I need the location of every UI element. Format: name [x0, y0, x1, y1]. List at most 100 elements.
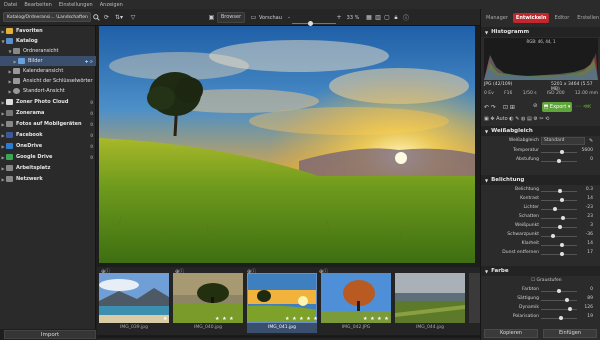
menu-settings[interactable]: Einstellungen	[59, 2, 93, 8]
menu-file[interactable]: Datei	[4, 2, 17, 8]
sidebar-item-zoner-cloud[interactable]: ▶ Zoner Photo Cloud 0	[0, 97, 96, 107]
thumbnail-rating[interactable]: ★ ★ ★	[215, 316, 234, 322]
slider-track[interactable]	[541, 152, 577, 153]
slider-value[interactable]: 126	[584, 305, 593, 310]
menu-edit[interactable]: Bearbeiten	[24, 2, 51, 8]
undo-icon[interactable]: ↶ ↷	[484, 104, 496, 111]
sidebar-item-calendar[interactable]: ▶ Kalenderansicht	[0, 66, 96, 76]
slider-knob[interactable]	[557, 159, 561, 163]
sidebar-item-onedrive[interactable]: ▶ OneDrive 0	[0, 141, 96, 151]
slider-knob[interactable]	[559, 316, 564, 320]
sidebar-item-computer[interactable]: ▶ Arbeitsplatz	[0, 163, 96, 173]
slider-value[interactable]: 17	[587, 250, 593, 255]
histogram-header[interactable]: ▼ Histogramm	[481, 27, 600, 37]
import-button[interactable]: Import	[4, 330, 96, 339]
info-icon[interactable]: ⓘ	[402, 12, 410, 23]
wb-preset-dropdown[interactable]: Standard	[541, 137, 585, 145]
slider-value[interactable]: 5600	[582, 148, 593, 153]
slider-value[interactable]: 0	[590, 157, 593, 162]
heal-icon[interactable]: ⊘	[533, 103, 538, 109]
refresh-icon[interactable]: ⟳	[102, 12, 111, 23]
grayscale-checkbox[interactable]: ☐ Graustufen	[531, 278, 562, 283]
slider-knob[interactable]	[567, 307, 572, 311]
slider-track[interactable]	[541, 218, 577, 219]
slider-knob[interactable]	[559, 243, 564, 247]
main-photo[interactable]	[99, 26, 475, 263]
lock-icon[interactable]: 🔒︎	[392, 12, 400, 23]
thumbnail-1[interactable]	[99, 273, 169, 323]
sidebar-item-location[interactable]: ▶ Standort-Ansicht	[0, 86, 96, 96]
zoom-value[interactable]: 33 %	[344, 12, 362, 23]
slider-value[interactable]: -36	[586, 232, 593, 237]
browser-dropdown[interactable]: Browser	[217, 12, 245, 23]
slider-value[interactable]: 89	[587, 296, 593, 301]
slider-knob[interactable]	[553, 207, 558, 211]
search-icon[interactable]	[92, 12, 101, 23]
filmstrip-scrollbar[interactable]	[97, 335, 480, 338]
sync-icon[interactable]: ✚ ⟳	[85, 59, 93, 64]
slider-knob[interactable]	[557, 289, 561, 293]
slider-knob[interactable]	[550, 234, 555, 238]
menu-view[interactable]: Anzeigen	[100, 2, 123, 8]
slider-value[interactable]: 0.3	[586, 187, 593, 192]
grid-view-icon[interactable]: ▦	[365, 12, 373, 23]
thumbnail-rating[interactable]: ★ ★ ★ ★	[363, 316, 389, 322]
slider-knob[interactable]	[559, 150, 564, 154]
export-button[interactable]: ⬒ Export ▾	[542, 102, 572, 112]
color-header[interactable]: ▼ Farbe	[481, 266, 600, 276]
slider-track[interactable]	[541, 300, 577, 301]
sidebar-item-network[interactable]: ▶ Netzwerk	[0, 174, 96, 184]
slider-value[interactable]: 0	[590, 287, 593, 292]
compare-icon[interactable]: ▥	[374, 12, 382, 23]
tab-develop[interactable]: Entwickeln	[512, 12, 550, 23]
slider-knob[interactable]	[560, 216, 565, 220]
sidebar-item-facebook[interactable]: ▶ Facebook 0	[0, 130, 96, 140]
slider-track[interactable]	[541, 254, 577, 255]
sidebar-item-keywords[interactable]: ▶ Ansicht der Schlüsselwörter	[0, 76, 96, 86]
single-view-icon[interactable]: ▢	[383, 12, 391, 23]
exposure-header[interactable]: ▼ Belichtung	[481, 175, 600, 185]
slider-value[interactable]: 3	[590, 223, 593, 228]
sidebar-item-images[interactable]: ▶ Bilder ✚ ⟳	[0, 56, 96, 66]
paste-button[interactable]: Einfügen	[543, 329, 597, 338]
slider-knob[interactable]	[559, 252, 564, 256]
sidebar-item-folder-view[interactable]: ▼ Ordneransicht	[0, 46, 96, 56]
slider-knob[interactable]	[564, 298, 569, 302]
slider-value[interactable]: 19	[587, 314, 593, 319]
slider-track[interactable]	[541, 245, 577, 246]
slider-value[interactable]: -23	[586, 205, 593, 210]
slider-knob[interactable]	[558, 189, 563, 193]
copy-button[interactable]: Kopieren	[484, 329, 538, 338]
path-field[interactable]: Katalog/Ordneransi... \Landschaften	[3, 12, 91, 22]
zoom-in-icon[interactable]: +	[336, 12, 341, 23]
sidebar-item-zonerama[interactable]: ▶ Zonerama 0	[0, 108, 96, 118]
zoom-slider-track[interactable]	[292, 23, 336, 24]
sort-icon[interactable]: ⇅▾	[113, 12, 125, 23]
sidebar-item-catalog[interactable]: ▼ Katalog	[0, 36, 96, 46]
eyedropper-icon[interactable]: ✎	[589, 138, 593, 144]
auto-tools-row[interactable]: ▣ ✥ Auto ◐ ✎ ◍ ▤ ⚙ ✂ ⟲	[484, 116, 549, 122]
zoom-out-icon[interactable]: -	[287, 12, 291, 23]
slider-value[interactable]: 23	[587, 214, 593, 219]
slider-track[interactable]	[541, 236, 577, 237]
slider-value[interactable]: 14	[587, 241, 593, 246]
slider-track[interactable]	[541, 209, 577, 210]
slider-track[interactable]	[541, 200, 577, 201]
thumbnail-partial[interactable]	[469, 273, 480, 323]
preview-label[interactable]: Vorschau	[259, 12, 285, 23]
sidebar-item-mobile[interactable]: ▶ Fotos auf Mobilgeräten 0	[0, 119, 96, 129]
crop-icon[interactable]: ⊡ ⊞	[503, 104, 515, 111]
slider-knob[interactable]	[559, 198, 564, 202]
slider-value[interactable]: 14	[587, 196, 593, 201]
thumbnail-rating[interactable]: ★	[163, 316, 168, 322]
share-icon[interactable]: ⋯ ⋘	[575, 103, 591, 110]
slider-knob[interactable]	[557, 225, 562, 229]
thumbnail-rating[interactable]: ★ ★ ★ ★ ★	[285, 316, 318, 322]
tab-manager[interactable]: Manager	[483, 13, 511, 23]
tab-editor[interactable]: Editor	[551, 13, 572, 23]
thumbnail-5[interactable]	[395, 273, 465, 323]
sidebar-item-favorites[interactable]: ▶ Favoriten	[0, 26, 96, 36]
white-balance-header[interactable]: ▼ Weißabgleich	[481, 126, 600, 136]
filter-icon[interactable]: ▽	[128, 12, 138, 23]
sidebar-item-google-drive[interactable]: ▶ Google Drive 0	[0, 152, 96, 162]
